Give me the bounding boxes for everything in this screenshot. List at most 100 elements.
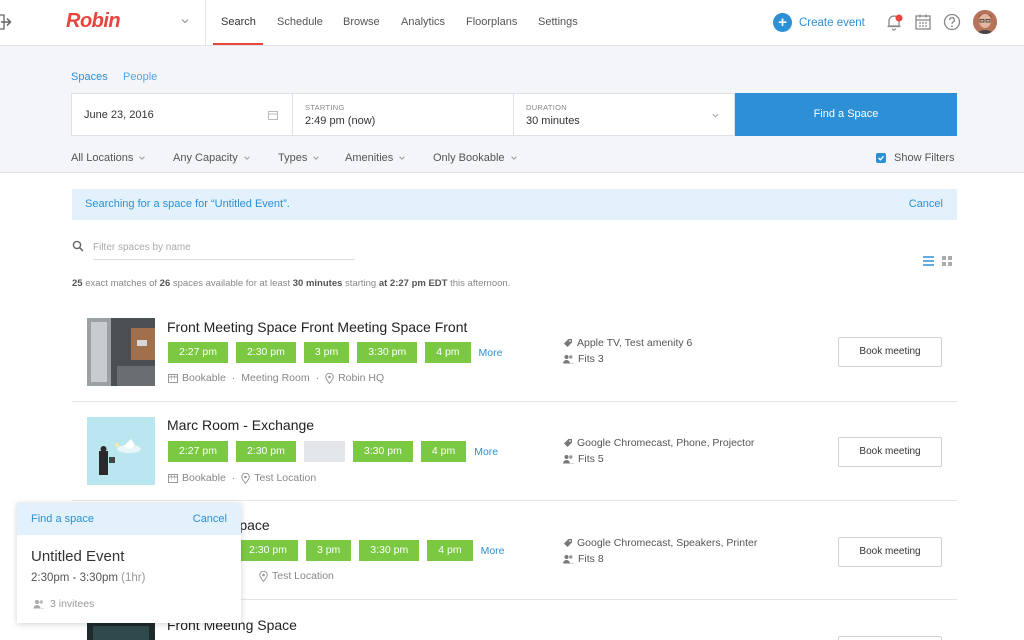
space-location[interactable]: Robin HQ [338,372,384,384]
show-filters-label: Show Filters [894,152,955,164]
event-duration: (1hr) [121,572,146,584]
space-title[interactable]: Front Meeting Space Front Meeting Space … [167,319,467,335]
starting-field[interactable]: STARTING 2:49 pm (now) [293,93,514,136]
separator: · [231,372,236,384]
book-meeting-button[interactable]: Book meeting [838,537,942,567]
show-filters-checkbox[interactable] [876,153,886,163]
show-filters-toggle[interactable]: Show Filters [876,152,955,164]
tab-browse[interactable]: Browse [343,16,380,28]
time-slot-button[interactable]: 3 pm [303,342,350,363]
time-slot-button[interactable]: 2:27 pm [168,342,228,363]
time-slot-button[interactable]: 2:30 pm [235,342,296,363]
time-slot-button[interactable]: 3 pm [305,540,352,561]
robin-logo[interactable]: Robin [66,10,121,33]
tab-settings[interactable]: Settings [538,16,578,28]
time-slot-button[interactable]: 4 pm [427,540,473,561]
people-icon [563,355,574,364]
filter-label: Amenities [345,152,394,164]
people-icon [563,455,574,464]
space-location[interactable]: Test Location [254,472,316,484]
room-photo [87,318,155,386]
list-view-icon[interactable] [923,256,934,266]
create-event-label: Create event [799,16,865,29]
panel-find-a-space[interactable]: Find a space [31,513,94,525]
calendar-icon[interactable] [913,12,933,32]
space-row[interactable]: Front Meeting Space Front Meeting Space … [72,303,957,402]
time-slot-button[interactable]: 2:27 pm [168,441,228,462]
space-row[interactable]: Marc Room - Exchange 2:27 pm 2:30 pm 3:3… [72,402,957,501]
space-location[interactable]: Test Location [272,570,334,582]
space-amenities: Google Chromecast, Phone, Projector [563,437,754,449]
filter-types[interactable]: Types [278,152,320,164]
time-slot-button[interactable]: 2:30 pm [235,441,296,462]
duration-field[interactable]: DURATION 30 minutes [514,93,735,136]
nav-divider [205,0,206,46]
book-meeting-button[interactable]: Book meeting [838,337,942,367]
book-meeting-button[interactable] [838,636,942,640]
amenities-text: Google Chromecast, Speakers, Printer [577,537,758,549]
calendar-icon [168,474,178,483]
subtab-people[interactable]: People [123,71,157,83]
bell-icon[interactable] [884,12,904,32]
fits-text: Fits 5 [578,453,604,465]
time-slots: 2:27 pm 2:30 pm 3:30 pm 4 pm More [168,441,498,462]
more-times-link[interactable]: More [481,545,505,557]
event-time-range: 2:30pm - 3:30pm [31,572,118,584]
duration-label: DURATION [526,103,568,112]
space-thumbnail [87,417,155,485]
chevron-down-icon [244,156,250,160]
banner-cancel-link[interactable]: Cancel [909,198,943,210]
chevron-down-icon[interactable] [180,16,190,26]
location-pin-icon [259,570,268,582]
create-event-button[interactable]: + Create event [773,13,865,32]
calendar-icon [268,111,278,120]
filter-any-capacity[interactable]: Any Capacity [173,152,251,164]
banner-text: Searching for a space for “Untitled Even… [85,198,290,210]
duration-text: 30 minutes [292,278,343,289]
tab-search[interactable]: Search [221,16,256,28]
chevron-down-icon [139,156,146,160]
event-title: Untitled Event [31,548,125,565]
summary-text: spaces available for at least [170,278,293,289]
space-type: Meeting Room [241,372,310,384]
avatar[interactable] [973,10,997,34]
active-tab-indicator [213,43,263,45]
space-amenities: Apple TV, Test amenity 6 [563,337,692,349]
exit-icon[interactable] [0,14,14,30]
date-field[interactable]: June 23, 2016 [71,93,293,136]
filter-label: Types [278,152,308,164]
separator: · [231,472,236,484]
unavailable-time-slot [303,441,345,462]
time-slot-button[interactable]: 2:30 pm [238,540,298,561]
filter-only-bookable[interactable]: Only Bookable [433,152,518,164]
panel-header: Find a space Cancel [17,503,241,535]
find-space-panel: Find a space Cancel Untitled Event 2:30p… [17,503,241,623]
help-icon[interactable] [942,12,962,32]
find-a-space-button[interactable]: Find a Space [735,93,957,136]
starting-label: STARTING [305,103,345,112]
space-title[interactable]: Marc Room - Exchange [167,417,314,433]
summary-text: this afternoon. [447,278,511,289]
more-times-link[interactable]: More [479,347,503,359]
plus-icon: + [773,13,792,32]
book-meeting-button[interactable]: Book meeting [838,437,942,467]
more-times-link[interactable]: More [474,446,498,458]
tab-analytics[interactable]: Analytics [401,16,445,28]
tab-floorplans[interactable]: Floorplans [466,16,517,28]
time-slot-button[interactable]: 3:30 pm [357,342,418,363]
tab-schedule[interactable]: Schedule [277,16,323,28]
filter-amenities[interactable]: Amenities [345,152,406,164]
time-slot-button[interactable]: 4 pm [425,342,471,363]
filter-spaces-input[interactable] [93,236,355,260]
event-invitees[interactable]: 3 invitees [33,598,94,610]
starting-value: 2:49 pm (now) [305,115,376,127]
time-slot-button[interactable]: 4 pm [420,441,467,462]
space-thumbnail [87,318,155,386]
time-slot-button[interactable]: 3:30 pm [352,441,413,462]
panel-cancel-link[interactable]: Cancel [193,513,227,525]
grid-view-icon[interactable] [942,256,952,266]
subtab-spaces[interactable]: Spaces [71,71,108,83]
event-time: 2:30pm - 3:30pm (1hr) [31,572,145,584]
time-slot-button[interactable]: 3:30 pm [359,540,420,561]
filter-all-locations[interactable]: All Locations [71,152,146,164]
